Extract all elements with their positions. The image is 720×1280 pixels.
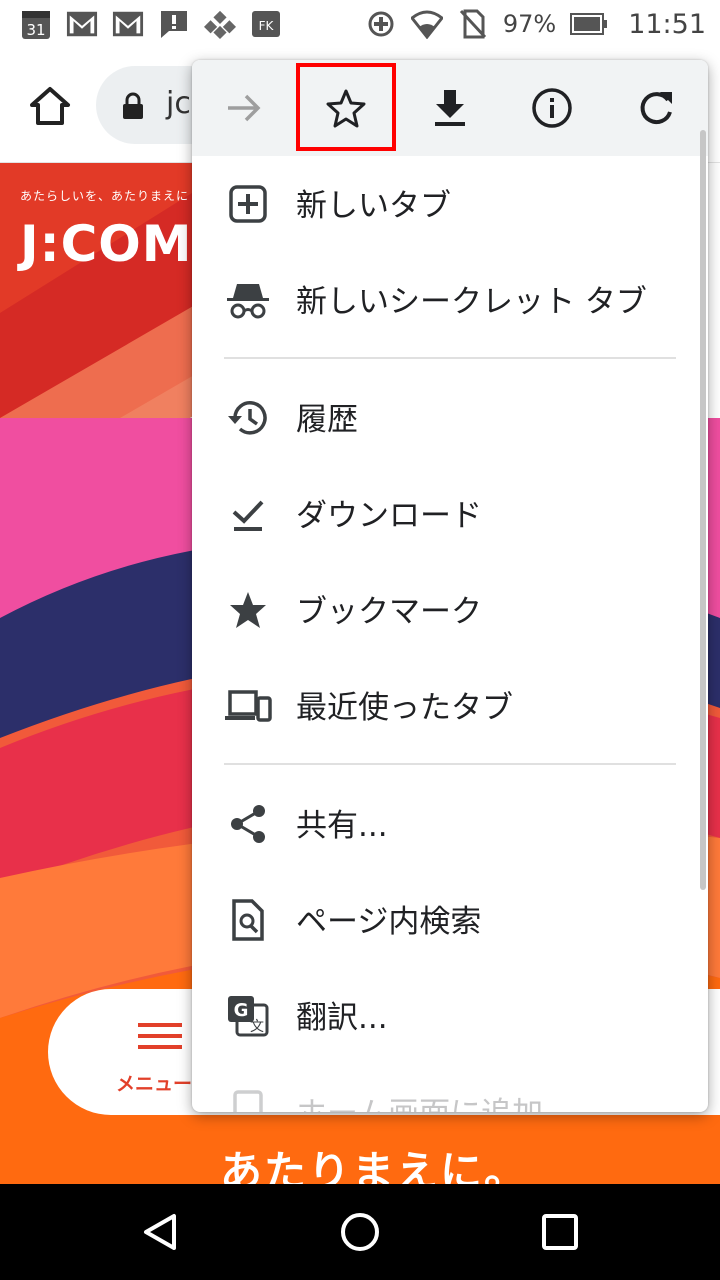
add-to-home-icon — [224, 1090, 272, 1112]
info-icon[interactable] — [526, 82, 578, 134]
menu-item-history[interactable]: 履歴 — [192, 370, 708, 466]
menu-divider — [224, 763, 676, 765]
wifi-icon — [410, 8, 443, 40]
app-icon: FK — [250, 8, 282, 40]
bookmarks-star-icon — [224, 588, 272, 632]
menu-item-add-to-home[interactable]: ホーム画面に追加 — [192, 1064, 708, 1112]
forward-icon[interactable] — [218, 82, 270, 134]
menu-item-label: 翻訳... — [296, 1000, 388, 1036]
back-icon[interactable] — [136, 1208, 184, 1256]
menu-item-bookmarks[interactable]: ブックマーク — [192, 562, 708, 658]
menu-item-find-in-page[interactable]: ページ内検索 — [192, 872, 708, 968]
incognito-icon — [224, 278, 272, 322]
site-menu-label[interactable]: メニュー — [116, 1069, 192, 1096]
download-icon[interactable] — [424, 82, 476, 134]
refresh-icon[interactable] — [630, 82, 682, 134]
menu-item-label: ページ内検索 — [296, 904, 482, 940]
battery-percent: 97% — [502, 10, 557, 38]
no-sim-icon — [457, 8, 489, 40]
calendar-icon: 31 — [20, 8, 52, 40]
recents-icon[interactable] — [536, 1208, 584, 1256]
menu-item-recent-tabs[interactable]: 最近使ったタブ — [192, 658, 708, 754]
menu-item-translate[interactable]: G文 翻訳... — [192, 968, 708, 1064]
jcom-logo[interactable]: J:COM — [20, 215, 193, 273]
home-icon[interactable] — [28, 84, 72, 128]
menu-item-label: 新しいタブ — [296, 188, 451, 224]
data-saver-icon — [365, 8, 397, 40]
menu-action-row — [192, 60, 708, 156]
svg-text:FK: FK — [259, 19, 275, 33]
home-button-icon[interactable] — [336, 1208, 384, 1256]
browser-overflow-menu: 新しいタブ 新しいシークレット タブ 履歴 ダウンロード ブックマーク 最近使っ… — [192, 60, 708, 1112]
downloads-icon — [224, 492, 272, 536]
url-text: jc — [166, 86, 191, 121]
system-navigation-bar — [0, 1184, 720, 1280]
translate-icon: G文 — [224, 994, 272, 1038]
svg-text:文: 文 — [250, 1019, 264, 1035]
history-icon — [224, 396, 272, 440]
battery-icon — [570, 8, 608, 40]
menu-item-label: ホーム画面に追加 — [296, 1088, 543, 1112]
share-icon — [224, 802, 272, 846]
menu-item-label: ダウンロード — [296, 498, 482, 534]
alert-icon — [158, 8, 190, 40]
menu-item-downloads[interactable]: ダウンロード — [192, 466, 708, 562]
app-icon — [204, 8, 236, 40]
site-tagline: あたらしいを、あたりまえに — [20, 189, 190, 203]
recent-tabs-icon — [224, 684, 272, 728]
menu-divider — [224, 357, 676, 359]
menu-item-label: 履歴 — [296, 402, 358, 438]
svg-text:G: G — [234, 1000, 249, 1021]
hero-headline: あたりまえに。 — [220, 1147, 529, 1184]
gmail-icon — [66, 8, 98, 40]
lock-icon — [122, 92, 144, 124]
svg-text:31: 31 — [26, 21, 45, 39]
menu-item-label: 最近使ったタブ — [296, 690, 513, 726]
find-in-page-icon — [224, 898, 272, 942]
hamburger-menu-icon[interactable] — [138, 1021, 182, 1055]
new-tab-icon — [224, 182, 272, 226]
status-bar: 31 FK 97% 11:51 — [0, 0, 720, 48]
bookmark-highlight-box — [296, 63, 396, 151]
clock: 11:51 — [628, 8, 706, 40]
menu-item-incognito-tab[interactable]: 新しいシークレット タブ — [192, 252, 708, 348]
menu-item-label: ブックマーク — [296, 594, 482, 630]
menu-item-label: 新しいシークレット タブ — [296, 284, 647, 320]
menu-item-share[interactable]: 共有... — [192, 776, 708, 872]
menu-item-new-tab[interactable]: 新しいタブ — [192, 156, 708, 252]
gmail-icon — [112, 8, 144, 40]
menu-item-label: 共有... — [296, 808, 388, 844]
